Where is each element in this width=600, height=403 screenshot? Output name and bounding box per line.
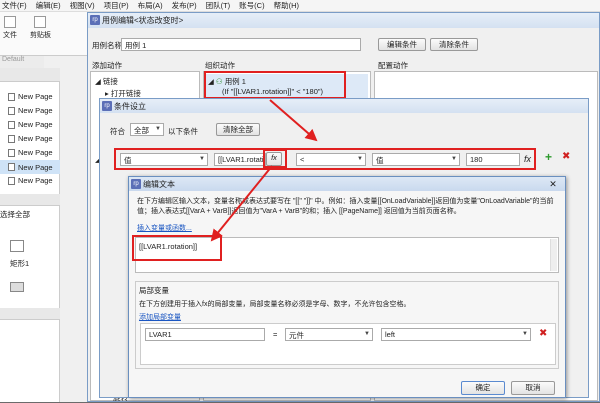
clear-condition-button[interactable]: 清除条件 xyxy=(430,38,478,51)
config-action-header: 配置动作 xyxy=(378,61,408,70)
file-icon[interactable] xyxy=(4,16,16,28)
widgets-panel-header xyxy=(0,194,60,206)
clipboard-icon[interactable] xyxy=(34,16,46,28)
toolbar-clipboard-label: 剪贴板 xyxy=(30,32,51,39)
cancel-button[interactable]: 取消 xyxy=(511,381,555,395)
local-variables-header: 局部变量 xyxy=(139,286,169,295)
chevron-down-icon: ▼ xyxy=(155,126,161,132)
page-item[interactable]: New Page xyxy=(8,134,53,143)
tree-item-link[interactable]: ◢ 链接 xyxy=(95,76,118,87)
adaptive-view-select[interactable]: Default xyxy=(0,56,44,68)
page-icon xyxy=(8,176,15,185)
organize-action-header: 组织动作 xyxy=(205,61,235,70)
menu-team[interactable]: 团队(T) xyxy=(206,0,231,11)
ok-button[interactable]: 确定 xyxy=(461,381,505,395)
match-suffix: 以下条件 xyxy=(168,127,198,136)
widget-thumbnail[interactable] xyxy=(10,282,24,292)
toolbar-file-label: 文件 xyxy=(3,32,17,39)
highlight-text-box xyxy=(132,235,222,261)
highlight-condition-row xyxy=(114,148,536,170)
add-action-header: 添加动作 xyxy=(92,61,122,70)
delete-condition-icon[interactable]: ✖ xyxy=(562,151,570,162)
menu-file[interactable]: 文件(F) xyxy=(2,0,27,11)
delete-variable-icon[interactable]: ✖ xyxy=(539,328,547,339)
rectangle-thumbnail[interactable] xyxy=(10,240,24,252)
pages-panel: New Page New Page New Page New Page New … xyxy=(0,68,60,402)
menu-layout[interactable]: 布局(A) xyxy=(138,0,163,11)
page-icon xyxy=(8,134,15,143)
equals-sign: = xyxy=(273,330,278,339)
local-variables-description: 在下方创建用于插入fx的局部变量，局部变量名称必须是字母、数字，不允许包含空格。 xyxy=(139,301,411,308)
edit-text-dialog: rp 编辑文本 ✕ 在下方编辑区输入文本，变量名称或表达式要写在 "[[" "]… xyxy=(128,176,566,398)
edit-condition-button[interactable]: 编辑条件 xyxy=(378,38,426,51)
rectangle-label: 矩形1 xyxy=(10,259,30,268)
page-item[interactable]: New Page xyxy=(8,176,53,185)
usecase-dialog-title: 用例编辑<状态改变时> xyxy=(102,16,184,25)
menu-account[interactable]: 账号(C) xyxy=(239,0,264,11)
local-variable-list: LVAR1 = 元件 ▼ left ▼ ✖ xyxy=(140,323,556,365)
close-icon[interactable]: ✕ xyxy=(543,178,563,190)
page-item[interactable]: New Page xyxy=(8,106,53,115)
edit-text-title: 编辑文本 xyxy=(143,180,175,189)
clear-all-button[interactable]: 清除全部 xyxy=(216,123,260,136)
chevron-down-icon: ▼ xyxy=(364,331,370,337)
outline-panel-header xyxy=(0,308,60,320)
app-icon: rp xyxy=(90,15,100,25)
select-all-label[interactable]: 选择全部 xyxy=(0,209,30,220)
match-label: 符合 xyxy=(110,127,125,136)
condition-dialog-titlebar: rp 条件设立 xyxy=(100,99,588,113)
page-item-selected[interactable]: New Page xyxy=(0,160,60,174)
local-variable-name-input[interactable]: LVAR1 xyxy=(145,328,265,341)
page-icon xyxy=(8,163,15,171)
menu-bar: 文件(F) 编辑(E) 视图(V) 项目(P) 布局(A) 发布(P) 团队(T… xyxy=(0,0,600,12)
insert-variable-link[interactable]: 插入变量或函数... xyxy=(137,223,192,233)
menu-view[interactable]: 视图(V) xyxy=(70,0,95,11)
page-icon xyxy=(8,120,15,129)
pages-panel-header xyxy=(0,68,60,82)
usecase-name-input[interactable]: 用例 1 xyxy=(121,38,361,51)
local-variable-target-select[interactable]: left ▼ xyxy=(381,328,531,341)
local-variable-kind-select[interactable]: 元件 ▼ xyxy=(285,328,373,341)
page-item[interactable]: New Page xyxy=(8,148,53,157)
edit-text-titlebar: rp 编辑文本 xyxy=(129,177,565,191)
add-local-variable-link[interactable]: 添加局部变量 xyxy=(139,312,181,322)
edit-text-description: 在下方编辑区输入文本，变量名称或表达式要写在 "[[" "]]" 中。例如：插入… xyxy=(137,198,554,215)
usecase-dialog-titlebar: rp 用例编辑<状态改变时> xyxy=(88,13,599,28)
scrollbar[interactable] xyxy=(550,239,557,271)
menu-publish[interactable]: 发布(P) xyxy=(172,0,197,11)
page-item[interactable]: New Page xyxy=(8,120,53,129)
app-icon: rp xyxy=(102,101,112,111)
match-select[interactable]: 全部 ▼ xyxy=(130,123,164,136)
menu-edit[interactable]: 编辑(E) xyxy=(36,0,61,11)
menu-help[interactable]: 帮助(H) xyxy=(274,0,299,11)
highlight-case-box xyxy=(204,71,346,99)
app-icon: rp xyxy=(131,179,141,189)
page-icon xyxy=(8,148,15,157)
local-variables-group: 局部变量 在下方创建用于插入fx的局部变量，局部变量名称必须是字母、数字，不允许… xyxy=(135,281,559,369)
usecase-name-label: 用例名称 xyxy=(92,41,122,50)
page-icon xyxy=(8,92,15,101)
chevron-down-icon: ▼ xyxy=(522,331,528,337)
add-condition-icon[interactable]: + xyxy=(545,150,552,164)
page-item[interactable]: New Page xyxy=(8,92,53,101)
condition-dialog-title: 条件设立 xyxy=(114,102,146,111)
page-icon xyxy=(8,106,15,115)
menu-project[interactable]: 项目(P) xyxy=(104,0,129,11)
